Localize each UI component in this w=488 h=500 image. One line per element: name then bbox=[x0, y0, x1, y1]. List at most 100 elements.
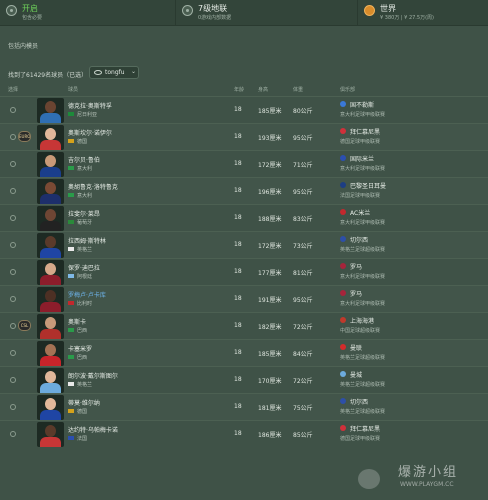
club-name[interactable]: 上海海港 bbox=[350, 316, 374, 325]
table-row[interactable]: 罗梅卢·卢卡库 比利时 18 191厘米 95公斤 罗马 意大利足球甲级联赛 bbox=[0, 285, 488, 312]
club-name[interactable]: 切尔西 bbox=[350, 397, 368, 406]
player-age: 18 bbox=[234, 268, 242, 275]
col-club[interactable]: 俱乐部 bbox=[340, 86, 355, 93]
club-name[interactable]: 罗马 bbox=[350, 262, 362, 271]
player-name[interactable]: 吉尔贝·鲁伯 bbox=[68, 155, 100, 164]
club-name[interactable]: 国际米兰 bbox=[350, 154, 374, 163]
league-name: 意大利足球甲级联赛 bbox=[340, 274, 386, 280]
club-crest-icon bbox=[340, 398, 346, 404]
table-row[interactable]: 奥胡鲁克·洛特鲁克 意大利 18 196厘米 95公斤 巴黎圣日耳曼 法国足球甲级联赛 bbox=[0, 177, 488, 204]
filter-status-sub: 包含必要 bbox=[22, 15, 43, 21]
table-row[interactable]: 德克拉·奥斯特孚 尼日利亚 18 185厘米 80公斤 国不勒斯 意大利足球甲级联赛 bbox=[0, 96, 488, 123]
player-nationality: 巴西 bbox=[68, 354, 87, 361]
section-label: 包括内模员 bbox=[8, 43, 39, 50]
club-crest-icon bbox=[340, 101, 346, 107]
filter-transfer[interactable]: 7级地联 0游戏内部数据 bbox=[176, 0, 358, 26]
select-radio[interactable] bbox=[10, 188, 16, 194]
result-count: 找到了61429名球员（已选） bbox=[8, 72, 88, 79]
player-nationality: 英格兰 bbox=[68, 381, 92, 388]
player-name[interactable]: 达约特·乌帕梅卡诺 bbox=[68, 425, 118, 434]
select-radio[interactable] bbox=[10, 215, 16, 221]
player-weight: 83公斤 bbox=[293, 216, 313, 223]
filter-region[interactable]: 世界 ¥ 380万 | ¥ 27.5万(周) bbox=[358, 0, 488, 26]
club-name[interactable]: 罗马 bbox=[350, 289, 362, 298]
select-radio[interactable] bbox=[10, 107, 16, 113]
select-radio[interactable] bbox=[10, 377, 16, 383]
player-name[interactable]: 奥斯坎尔·诺伊尔 bbox=[68, 128, 112, 137]
select-radio[interactable] bbox=[10, 350, 16, 356]
club-crest-icon bbox=[340, 182, 346, 188]
table-row[interactable]: 朗尔波·戴尔斯图尔 英格兰 18 170厘米 72公斤 曼城 英格兰足球超级联赛 bbox=[0, 366, 488, 393]
search-value: tongfu bbox=[105, 69, 125, 76]
table-row[interactable]: 卡塞米罗 巴西 18 185厘米 84公斤 曼联 英格兰足球超级联赛 bbox=[0, 339, 488, 366]
table-row[interactable]: 拉西姆·斯特林 英格兰 18 172厘米 73公斤 切尔西 英格兰足球超级联赛 bbox=[0, 231, 488, 258]
table-row[interactable]: CSL 奥斯卡 巴西 18 182厘米 72公斤 上海海港 中国足球超级联赛 bbox=[0, 312, 488, 339]
select-radio[interactable] bbox=[10, 269, 16, 275]
club-crest-icon bbox=[340, 209, 346, 215]
player-avatar bbox=[37, 314, 64, 339]
table-row[interactable]: 蒂莫·维尔纳 德国 18 181厘米 75公斤 切尔西 英格兰足球超级联赛 bbox=[0, 393, 488, 420]
table-header: 选择 球员 年龄 身高 体重 俱乐部 bbox=[0, 85, 488, 95]
target-icon bbox=[182, 5, 193, 16]
player-avatar bbox=[37, 368, 64, 393]
table-row[interactable]: EURO 奥斯坎尔·诺伊尔 德国 18 193厘米 95公斤 拜仁慕尼黑 德国足球甲级联赛 bbox=[0, 123, 488, 150]
club-name[interactable]: 切尔西 bbox=[350, 235, 368, 244]
search-dropdown[interactable]: tongfu ⌄ bbox=[89, 66, 139, 79]
club-crest-icon bbox=[340, 371, 346, 377]
player-name[interactable]: 卡塞米罗 bbox=[68, 344, 92, 353]
col-height[interactable]: 身高 bbox=[258, 86, 268, 93]
club-name[interactable]: AC米兰 bbox=[350, 208, 370, 217]
select-radio[interactable] bbox=[10, 134, 16, 140]
table-row[interactable]: 拉斐尔·莱昂 葡萄牙 18 188厘米 83公斤 AC米兰 意大利足球甲级联赛 bbox=[0, 204, 488, 231]
chevron-down-icon: ⌄ bbox=[131, 68, 137, 75]
player-age: 18 bbox=[234, 295, 242, 302]
club-name[interactable]: 曼联 bbox=[350, 343, 362, 352]
flag-icon bbox=[68, 166, 74, 170]
col-select[interactable]: 选择 bbox=[8, 86, 18, 93]
col-player[interactable]: 球员 bbox=[68, 86, 78, 93]
player-name[interactable]: 拉西姆·斯特林 bbox=[68, 236, 106, 245]
club-name[interactable]: 曼城 bbox=[350, 370, 362, 379]
league-name: 英格兰足球超级联赛 bbox=[340, 409, 386, 415]
col-age[interactable]: 年龄 bbox=[234, 86, 244, 93]
flag-icon bbox=[68, 301, 74, 305]
player-name[interactable]: 罗梅卢·卢卡库 bbox=[68, 290, 106, 299]
select-radio[interactable] bbox=[10, 431, 16, 437]
player-name[interactable]: 奥胡鲁克·洛特鲁克 bbox=[68, 182, 118, 191]
select-radio[interactable] bbox=[10, 161, 16, 167]
nationality-label: 葡萄牙 bbox=[77, 220, 93, 226]
player-nationality: 德国 bbox=[68, 138, 87, 145]
select-radio[interactable] bbox=[10, 242, 16, 248]
player-height: 185厘米 bbox=[258, 108, 282, 115]
player-name[interactable]: 蒂莫·维尔纳 bbox=[68, 398, 100, 407]
player-name[interactable]: 朗尔波·戴尔斯图尔 bbox=[68, 371, 118, 380]
table-row[interactable]: 达约特·乌帕梅卡诺 法国 18 186厘米 85公斤 拜仁慕尼黑 德国足球甲级联赛 bbox=[0, 420, 488, 447]
player-age: 18 bbox=[234, 349, 242, 356]
select-radio[interactable] bbox=[10, 323, 16, 329]
select-radio[interactable] bbox=[10, 404, 16, 410]
club-name[interactable]: 国不勒斯 bbox=[350, 100, 374, 109]
player-height: 172厘米 bbox=[258, 243, 282, 250]
col-weight[interactable]: 体重 bbox=[293, 86, 303, 93]
flag-icon bbox=[68, 139, 74, 143]
flag-icon bbox=[68, 409, 74, 413]
player-name[interactable]: 拉斐尔·莱昂 bbox=[68, 209, 100, 218]
player-name[interactable]: 保罗·迪巴拉 bbox=[68, 263, 100, 272]
club-name[interactable]: 拜仁慕尼黑 bbox=[350, 127, 380, 136]
club-name[interactable]: 巴黎圣日耳曼 bbox=[350, 181, 386, 190]
club-name[interactable]: 拜仁慕尼黑 bbox=[350, 424, 380, 433]
player-height: 177厘米 bbox=[258, 270, 282, 277]
filter-status[interactable]: 开启 包含必要 bbox=[0, 0, 176, 26]
player-nationality: 尼日利亚 bbox=[68, 111, 97, 118]
select-radio[interactable] bbox=[10, 296, 16, 302]
player-nationality: 比利时 bbox=[68, 300, 92, 307]
player-name[interactable]: 奥斯卡 bbox=[68, 317, 86, 326]
player-name[interactable]: 德克拉·奥斯特孚 bbox=[68, 101, 112, 110]
toggle-icon bbox=[6, 5, 17, 16]
table-row[interactable]: 保罗·迪巴拉 阿根廷 18 177厘米 81公斤 罗马 意大利足球甲级联赛 bbox=[0, 258, 488, 285]
nationality-label: 意大利 bbox=[77, 166, 93, 172]
table-row[interactable]: 吉尔贝·鲁伯 意大利 18 172厘米 71公斤 国际米兰 意大利足球甲级联赛 bbox=[0, 150, 488, 177]
player-table: 德克拉·奥斯特孚 尼日利亚 18 185厘米 80公斤 国不勒斯 意大利足球甲级联赛 EURO… bbox=[0, 96, 488, 447]
player-avatar bbox=[37, 98, 64, 123]
player-age: 18 bbox=[234, 241, 242, 248]
